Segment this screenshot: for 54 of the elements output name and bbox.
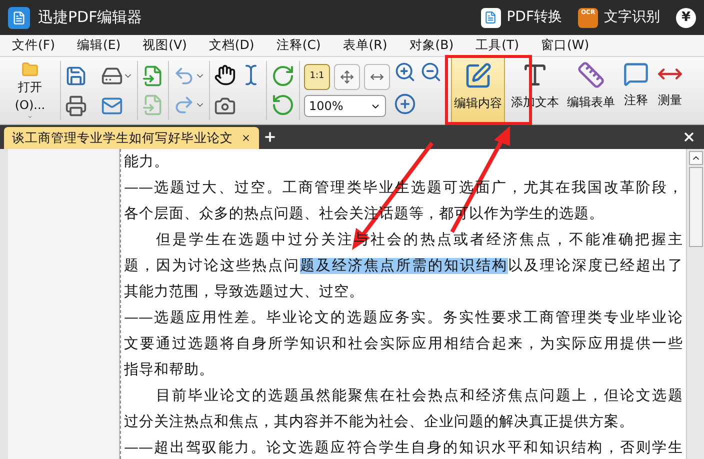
fit-width-button[interactable] [364,64,390,90]
toolbar-button[interactable]: 编辑内容 [451,57,505,124]
text-line: 但是学生在选题中过分关注与社会的热点或者经济焦点，不能准确把握主 [155,230,683,250]
email-icon[interactable] [101,95,123,117]
app-logo-icon [8,6,30,28]
toolbar-button[interactable]: 注释 [621,57,651,124]
text-line: 其能力范围，导致选题过大、过空。 [124,283,365,302]
toolbar-button[interactable]: 编辑表单 [565,57,617,124]
text-line: 指导和帮助。 [124,361,215,380]
menu-item[interactable]: 文件(F) [12,36,55,55]
snapshot-icon[interactable] [214,95,236,118]
zoom-in-icon[interactable] [394,92,416,114]
zoom-select[interactable]: 100% [304,95,386,118]
scroll-up-button[interactable] [688,151,702,165]
fit-page-button[interactable] [334,64,360,90]
menu-item[interactable]: 视图(V) [142,36,187,55]
actual-size-button[interactable]: 1:1 [304,64,330,90]
new-tab-icon[interactable] [263,130,277,144]
text-line: 题，因为讨论这些热点问 题及经济焦点所需的知识结构 以及理论深度已经超出了 [124,256,683,276]
text-line: ——超出驾驭能力。论文选题应符合学生自身的知识水平和知识结构，否则学生 [124,438,683,458]
print-icon[interactable] [65,95,87,117]
convert-button[interactable]: PDF转换 [480,7,562,28]
text-line: 文要通过选题将自身所学知识和社会实际应用相结合起来，为实际应用提供一些 [124,334,683,354]
form-edit-icon [577,61,605,89]
menu-item[interactable]: 表单(R) [342,36,388,55]
fit-page-icon [340,70,354,84]
document-tab[interactable]: 谈工商管理专业学生如何写好毕业论文 [4,127,259,149]
menu-item[interactable]: 工具(T) [476,36,519,55]
payment-button[interactable]: ¥ [676,8,696,28]
page-import-icon[interactable] [142,64,164,87]
text-line: 能力。 [124,153,170,172]
rotate-clockwise-icon[interactable] [271,64,295,88]
scroll-thumb[interactable] [688,167,702,247]
close-tab-icon[interactable] [241,133,251,143]
zoom-out-icon[interactable] [420,61,442,83]
save-icon[interactable] [65,65,87,87]
convert-logo-icon [480,8,501,28]
text-line: 目前毕业论文的选题虽然能聚焦在社会热点和经济焦点问题上，但论文选题 [155,386,683,406]
toolbar-button[interactable]: 测量 [655,57,685,124]
menu-item[interactable]: 编辑(E) [76,36,121,55]
marquee-zoom-icon[interactable] [394,61,416,83]
text-line: ——选题应用性差。毕业论文的选题应务实。务实性要求工商管理类专业毕业论 [124,308,683,328]
rotate-counterclockwise-icon[interactable] [271,93,295,118]
menu-item[interactable]: 文档(D) [208,36,254,55]
menu-item[interactable]: 注释(C) [276,36,321,55]
menu-item[interactable]: 窗口(W) [540,36,590,55]
text-line: 过分关注热点和焦点，其内容并不能为社会、企业问题的解决真正提供方案。 [124,412,635,432]
hand-tool-icon[interactable] [214,64,236,86]
window-title: 迅捷PDF编辑器 [38,7,142,28]
open-button[interactable]: 打开(O)... [4,57,56,124]
close-icon[interactable] [682,130,696,144]
comment-icon [623,61,649,87]
menu-item[interactable]: 对象(B) [409,36,454,55]
edit-content-icon [464,62,492,90]
